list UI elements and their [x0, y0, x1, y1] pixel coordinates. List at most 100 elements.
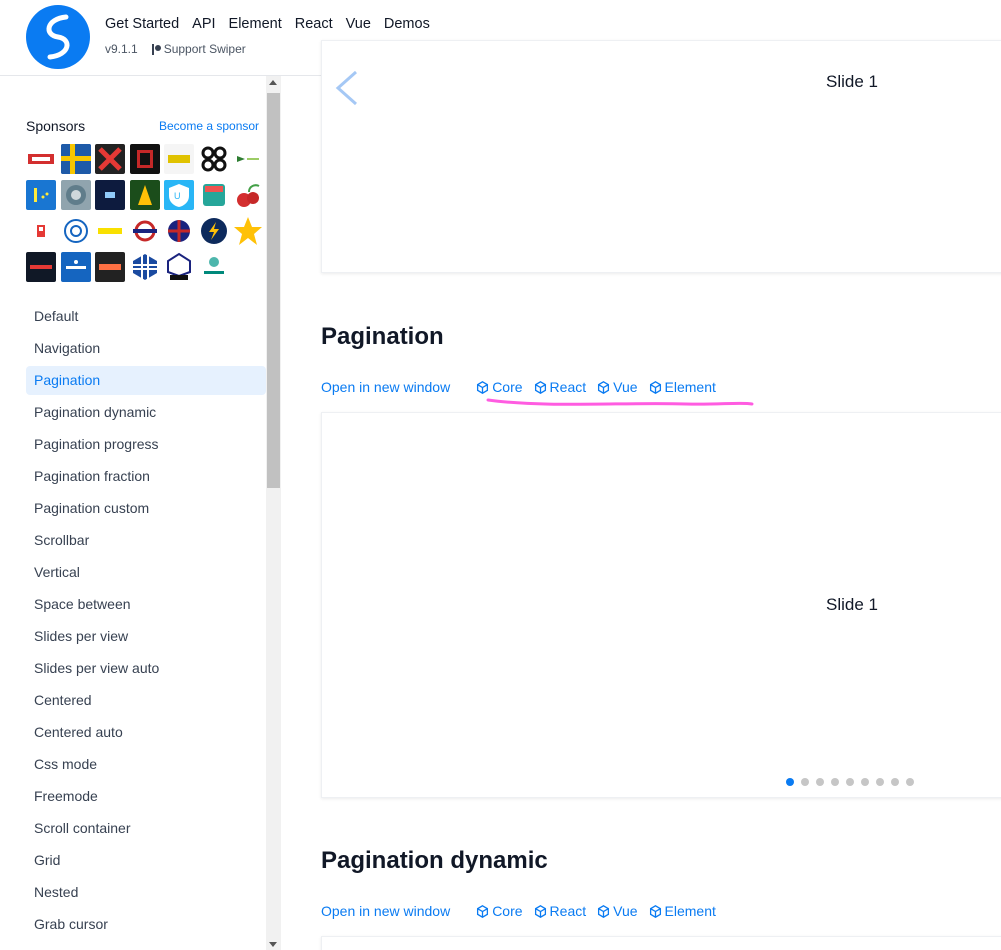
sponsor-logo[interactable] [95, 252, 125, 282]
nav-demos[interactable]: Demos [384, 15, 430, 33]
scroll-down-arrow-icon[interactable] [269, 942, 277, 947]
react-link-label: React [549, 903, 587, 919]
sponsor-logo[interactable] [164, 252, 194, 282]
menu-item-freemode[interactable]: Freemode [26, 782, 266, 811]
core-link[interactable]: Core [476, 379, 523, 395]
scroll-up-arrow-icon[interactable] [269, 80, 277, 85]
menu-item-scroll-container[interactable]: Scroll container [26, 814, 266, 843]
open-new-window-link[interactable]: Open in new window [321, 903, 450, 919]
nav-get-started[interactable]: Get Started [105, 15, 179, 33]
sidebar: Sponsors Become a sponsor U Default Navi… [0, 76, 266, 950]
menu-item-css-mode[interactable]: Css mode [26, 750, 266, 779]
menu-item-grid[interactable]: Grid [26, 846, 266, 875]
highlight-annotation [486, 398, 754, 406]
become-sponsor-link[interactable]: Become a sponsor [159, 119, 259, 133]
element-link[interactable]: Element [649, 903, 716, 919]
core-link-label: Core [492, 903, 523, 919]
prev-arrow-icon[interactable] [334, 70, 360, 106]
vue-link-label: Vue [613, 903, 638, 919]
section-title-pagination-dynamic: Pagination dynamic [321, 847, 548, 874]
sidebar-scrollbar[interactable] [266, 76, 281, 950]
sponsor-logo[interactable] [95, 180, 125, 210]
pagination-bullet[interactable] [861, 778, 869, 786]
sponsor-logo[interactable] [26, 144, 56, 174]
pagination-bullet[interactable] [786, 778, 794, 786]
menu-item-scrollbar[interactable]: Scrollbar [26, 526, 266, 555]
sponsor-logo[interactable] [26, 180, 56, 210]
sponsor-logo[interactable] [233, 180, 263, 210]
element-link[interactable]: Element [649, 379, 716, 395]
menu-item-nested[interactable]: Nested [26, 878, 266, 907]
sponsor-logo[interactable] [198, 144, 229, 174]
react-link-label: React [549, 379, 587, 395]
sponsor-logo[interactable] [60, 144, 91, 174]
vue-link[interactable]: Vue [597, 903, 638, 919]
sponsor-logo[interactable] [60, 252, 91, 282]
nav-element[interactable]: Element [229, 15, 282, 33]
sponsor-logo[interactable] [164, 216, 194, 246]
sponsor-logo[interactable] [60, 216, 91, 246]
pagination-bullet[interactable] [876, 778, 884, 786]
star-logo[interactable] [233, 216, 263, 246]
cube-icon [477, 904, 489, 918]
vue-link[interactable]: Vue [597, 379, 638, 395]
scrollbar-thumb[interactable] [267, 93, 280, 488]
pagination-bullet[interactable] [831, 778, 839, 786]
version-label: v9.1.1 [105, 42, 138, 56]
patreon-icon [151, 43, 161, 55]
sponsor-logo[interactable] [26, 252, 56, 282]
menu-item-centered-auto[interactable]: Centered auto [26, 718, 266, 747]
demo-menu: Default Navigation Pagination Pagination… [26, 302, 266, 942]
cube-icon [598, 380, 610, 394]
core-link[interactable]: Core [476, 903, 523, 919]
menu-item-grab-cursor[interactable]: Grab cursor [26, 910, 266, 939]
sponsor-logo[interactable] [95, 144, 125, 174]
menu-item-pagination-progress[interactable]: Pagination progress [26, 430, 266, 459]
support-link[interactable]: Support Swiper [164, 42, 246, 56]
menu-item-slides-per-view-auto[interactable]: Slides per view auto [26, 654, 266, 683]
swiper-logo[interactable] [26, 5, 90, 69]
pagination-bullet[interactable] [906, 778, 914, 786]
sponsor-logo[interactable] [198, 216, 229, 246]
sponsor-logo[interactable] [129, 252, 160, 282]
sponsor-logo[interactable] [129, 216, 160, 246]
navigation-demo-frame[interactable] [321, 40, 1001, 273]
menu-item-slides-per-view[interactable]: Slides per view [26, 622, 266, 651]
pagination-bullet[interactable] [891, 778, 899, 786]
menu-item-space-between[interactable]: Space between [26, 590, 266, 619]
menu-item-pagination-fraction[interactable]: Pagination fraction [26, 462, 266, 491]
pagination-bullet[interactable] [801, 778, 809, 786]
pagination-demo-frame[interactable] [321, 412, 1001, 798]
menu-item-vertical[interactable]: Vertical [26, 558, 266, 587]
sponsor-logo[interactable] [129, 144, 160, 174]
sponsor-logo[interactable] [95, 216, 125, 246]
sponsor-logo[interactable] [129, 180, 160, 210]
vue-link-label: Vue [613, 379, 638, 395]
pagination-dynamic-demo-frame[interactable] [321, 936, 1001, 950]
sponsors-title: Sponsors [26, 118, 86, 134]
react-link[interactable]: React [534, 903, 587, 919]
pagination-bullet[interactable] [816, 778, 824, 786]
react-link[interactable]: React [534, 379, 587, 395]
sponsor-logo[interactable] [164, 144, 194, 174]
menu-item-centered[interactable]: Centered [26, 686, 266, 715]
sponsor-logo[interactable] [198, 180, 229, 210]
svg-text:U: U [174, 191, 181, 201]
menu-item-pagination-dynamic[interactable]: Pagination dynamic [26, 398, 266, 427]
open-new-window-link[interactable]: Open in new window [321, 379, 450, 395]
sponsor-logo[interactable]: U [164, 180, 194, 210]
cube-icon [649, 904, 661, 918]
sponsor-logo[interactable] [60, 180, 91, 210]
sponsor-logo[interactable] [233, 144, 263, 174]
menu-item-pagination[interactable]: Pagination [26, 366, 266, 395]
nav-api[interactable]: API [192, 15, 215, 33]
menu-item-default[interactable]: Default [26, 302, 266, 331]
nav-react[interactable]: React [295, 15, 333, 33]
sponsor-logo[interactable] [26, 216, 56, 246]
menu-item-pagination-custom[interactable]: Pagination custom [26, 494, 266, 523]
menu-item-navigation[interactable]: Navigation [26, 334, 266, 363]
pagination-bullet[interactable] [846, 778, 854, 786]
sponsor-logo[interactable] [198, 252, 229, 282]
nav-vue[interactable]: Vue [346, 15, 371, 33]
section-title-pagination: Pagination [321, 323, 444, 350]
